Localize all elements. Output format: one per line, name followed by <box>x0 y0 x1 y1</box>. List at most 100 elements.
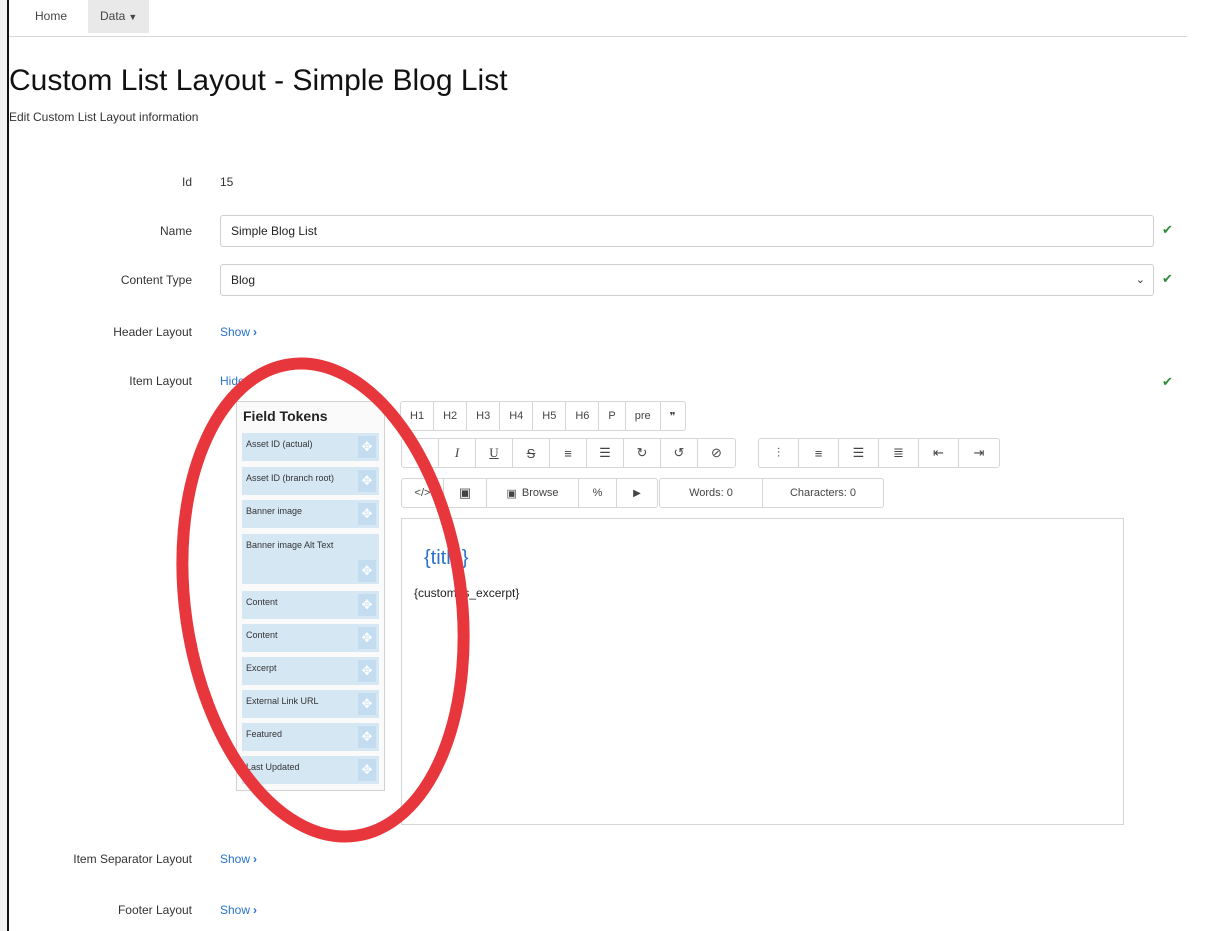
content-type-valid-check-icon: ✔ <box>1162 271 1173 286</box>
browse-label: Browse <box>521 487 559 499</box>
item-layout-label: Item Layout <box>129 374 192 388</box>
editor-excerpt-token: {custom_s_excerpt} <box>414 586 520 600</box>
token-item[interactable]: Content ✥ <box>242 624 379 652</box>
nav-home[interactable]: Home <box>23 0 79 33</box>
outdent-icon[interactable]: ⇤ <box>919 439 959 467</box>
indent-icon[interactable]: ⇥ <box>959 439 999 467</box>
name-label: Name <box>159 224 192 238</box>
media-toolbar: </> ▣ ▣ Browse % ▶ <box>401 478 658 508</box>
h6-button[interactable]: H6 <box>566 402 600 430</box>
undo-icon[interactable]: ↺ <box>661 439 698 467</box>
token-label: Banner image Alt Text <box>246 540 334 550</box>
name-input[interactable]: Simple Blog List <box>220 215 1154 247</box>
unordered-list-icon[interactable]: ≡ <box>550 439 587 467</box>
image-icon: ▣ <box>506 487 517 500</box>
blockquote-icon[interactable]: ❞ <box>661 402 685 430</box>
item-separator-show-text: Show <box>220 852 251 866</box>
token-item[interactable]: Banner image Alt Text ✥ <box>242 534 379 584</box>
caret-down-icon: ▼ <box>128 12 138 22</box>
drag-handle-icon[interactable]: ✥ <box>358 627 376 649</box>
token-label: Excerpt <box>246 663 277 673</box>
token-item[interactable]: Asset ID (branch root) ✥ <box>242 467 379 495</box>
footer-layout-label: Footer Layout <box>117 903 192 917</box>
pre-button[interactable]: pre <box>626 402 661 430</box>
token-item[interactable]: Excerpt ✥ <box>242 657 379 685</box>
h4-button[interactable]: H4 <box>500 402 534 430</box>
name-valid-check-icon: ✔ <box>1162 222 1173 237</box>
token-item[interactable]: External Link URL ✥ <box>242 690 379 718</box>
drag-handle-icon[interactable]: ✥ <box>358 759 376 781</box>
drag-handle-icon[interactable]: ✥ <box>358 560 376 582</box>
token-label: Asset ID (actual) <box>246 439 313 449</box>
nav-data-dropdown[interactable]: Data ▼ <box>88 0 150 33</box>
italic-icon[interactable]: I <box>439 439 476 467</box>
link-icon[interactable]: % <box>579 479 617 507</box>
content-type-select[interactable]: Blog ⌄ <box>220 264 1154 296</box>
drag-handle-icon[interactable]: ✥ <box>358 436 376 458</box>
token-label: External Link URL <box>246 696 319 706</box>
header-layout-label: Header Layout <box>113 325 192 339</box>
header-layout-show-link[interactable]: Show › <box>220 325 257 339</box>
item-separator-show-link[interactable]: Show › <box>220 852 257 866</box>
item-layout-hide-link[interactable]: Hide ⌄ <box>220 374 258 388</box>
paragraph-button[interactable]: P <box>599 402 626 430</box>
token-label: Featured <box>246 729 283 739</box>
item-separator-layout-label: Item Separator Layout <box>73 852 192 866</box>
token-item[interactable]: Content ✥ <box>242 591 379 619</box>
token-label: Last Updated <box>246 762 300 772</box>
id-label: Id <box>181 175 192 189</box>
strikethrough-icon[interactable]: S <box>513 439 550 467</box>
drag-handle-icon[interactable]: ✥ <box>358 470 376 492</box>
ordered-list-icon[interactable]: ☰ <box>587 439 624 467</box>
align-left-icon[interactable]: ⫶ <box>759 439 799 467</box>
drag-handle-icon[interactable]: ✥ <box>358 660 376 682</box>
token-label: Asset ID (branch root) <box>246 473 335 483</box>
token-item[interactable]: Last Updated ✥ <box>242 756 379 784</box>
nav-data-label: Data <box>100 9 126 23</box>
h5-button[interactable]: H5 <box>533 402 567 430</box>
browse-button[interactable]: ▣ Browse <box>487 479 579 507</box>
h3-button[interactable]: H3 <box>467 402 501 430</box>
content-type-value: Blog <box>231 273 256 287</box>
content-type-label: Content Type <box>120 273 192 287</box>
align-justify-icon[interactable]: ≣ <box>879 439 919 467</box>
chevron-down-icon: ⌄ <box>247 374 258 388</box>
drag-handle-icon[interactable]: ✥ <box>358 594 376 616</box>
field-tokens-title: Field Tokens <box>243 408 328 424</box>
align-center-icon[interactable]: ≡ <box>799 439 839 467</box>
underline-icon[interactable]: U <box>476 439 513 467</box>
item-layout-editor[interactable]: {title} {custom_s_excerpt} <box>401 518 1124 825</box>
top-navbar: Home Data ▼ <box>9 0 1187 37</box>
footer-layout-show-link[interactable]: Show › <box>220 903 257 917</box>
token-item[interactable]: Featured ✥ <box>242 723 379 751</box>
chevron-down-icon: ⌄ <box>1135 274 1145 286</box>
token-label: Content <box>246 597 278 607</box>
image-icon[interactable]: ▣ <box>444 479 487 507</box>
clear-format-icon[interactable]: ⊘ <box>698 439 735 467</box>
drag-handle-icon[interactable]: ✥ <box>358 726 376 748</box>
item-layout-hide-text: Hide <box>220 374 245 388</box>
video-icon[interactable]: ▶ <box>617 479 657 507</box>
code-view-icon[interactable]: </> <box>402 479 444 507</box>
item-layout-valid-check-icon: ✔ <box>1162 374 1173 389</box>
id-value: 15 <box>220 175 234 189</box>
drag-handle-icon[interactable]: ✥ <box>358 693 376 715</box>
token-item[interactable]: Asset ID (actual) ✥ <box>242 433 379 461</box>
drag-handle-icon[interactable]: ✥ <box>358 503 376 525</box>
page-title: Custom List Layout - Simple Blog List <box>9 64 508 97</box>
token-item[interactable]: Banner image ✥ <box>242 500 379 528</box>
chevron-right-icon: › <box>253 325 258 339</box>
align-right-icon[interactable]: ☰ <box>839 439 879 467</box>
format-toolbar: B I U S ≡ ☰ ↻ ↺ ⊘ <box>401 438 736 468</box>
heading-toolbar: H1 H2 H3 H4 H5 H6 P pre ❞ <box>400 401 686 431</box>
align-toolbar: ⫶ ≡ ☰ ≣ ⇤ ⇥ <box>758 438 1000 468</box>
bold-icon[interactable]: B <box>402 439 439 467</box>
character-count: Characters: 0 <box>789 487 857 499</box>
h2-button[interactable]: H2 <box>434 402 468 430</box>
chevron-right-icon: › <box>253 852 258 866</box>
word-count: Words: 0 <box>660 479 763 507</box>
h1-button[interactable]: H1 <box>401 402 435 430</box>
field-tokens-panel: Field Tokens Asset ID (actual) ✥ Asset ID… <box>236 401 385 791</box>
redo-icon[interactable]: ↻ <box>624 439 661 467</box>
counter-toolbar: Words: 0 Characters: 0 <box>659 478 884 508</box>
